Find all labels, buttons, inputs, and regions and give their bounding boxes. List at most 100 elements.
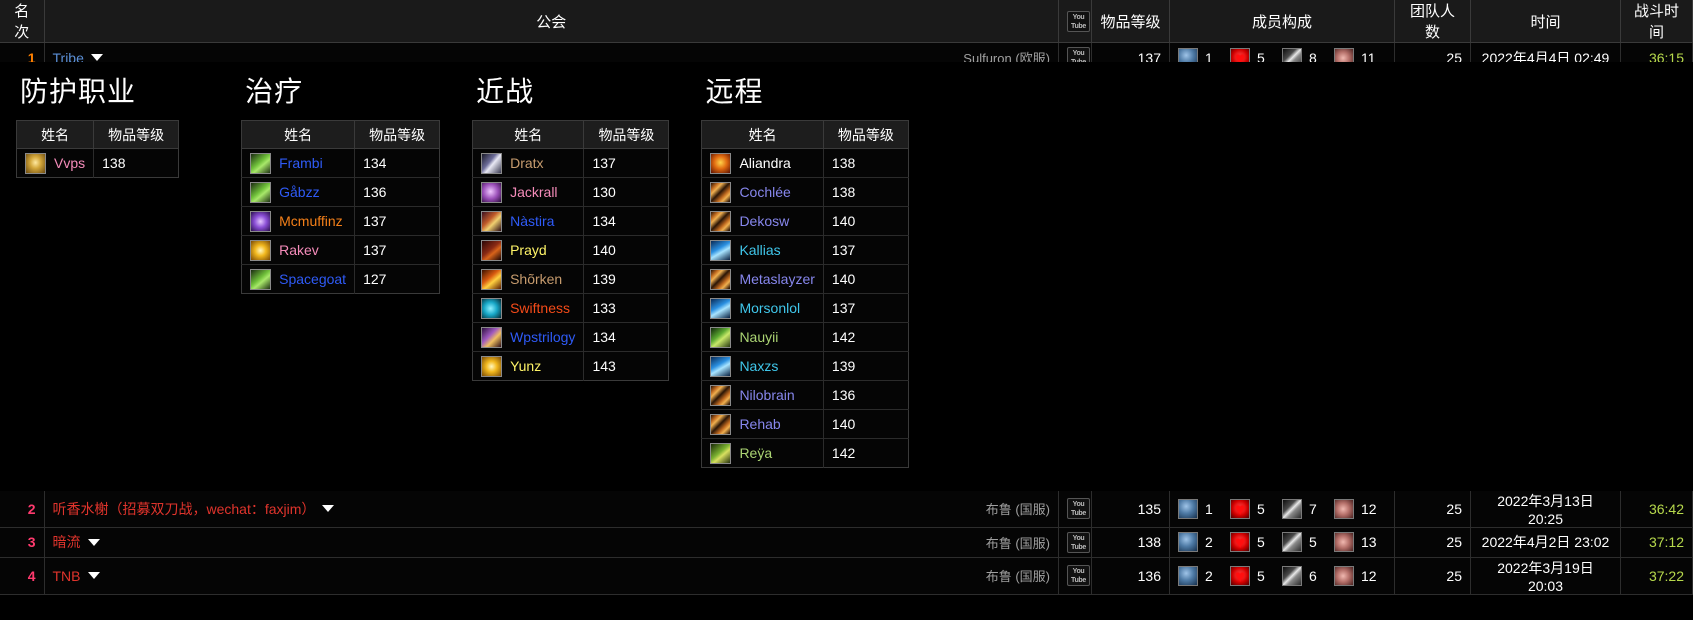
roster-group-2: 近战 姓名 物品等级 Dratx 137 Jackrall 130 Nàstira 134 Pra…	[472, 62, 670, 381]
player-name-link[interactable]: Nilobrain	[739, 387, 794, 403]
player-name-link[interactable]: Dratx	[510, 155, 543, 171]
roster-row[interactable]: Rakev 137	[241, 235, 440, 265]
roster-row[interactable]: Spacegoat 127	[241, 264, 440, 294]
column-header-composition[interactable]: 成员构成	[1169, 0, 1395, 43]
player-name-link[interactable]: Jackrall	[510, 184, 557, 200]
roster-row[interactable]: Yunz 143	[472, 351, 669, 381]
player-item-level-cell: 139	[823, 351, 909, 381]
column-header-raid-size[interactable]: 团队人数	[1394, 0, 1471, 43]
guild-name-link[interactable]: 听香水榭（招募双刀战，wechat：faxjim）	[53, 499, 316, 519]
column-header-time[interactable]: 时间	[1470, 0, 1621, 43]
player-name-link[interactable]: Shõrken	[510, 271, 562, 287]
player-name-link[interactable]: Metaslayzer	[739, 271, 814, 287]
player-name-link[interactable]: Prayd	[510, 242, 547, 258]
player-name-link[interactable]: Mcmuffinz	[279, 213, 343, 229]
column-header-duration[interactable]: 战斗时间	[1620, 0, 1693, 43]
roster-row[interactable]: Naxzs 139	[701, 351, 909, 381]
raid-size-cell: 25	[1394, 557, 1471, 595]
youtube-icon[interactable]: YouTube	[1067, 565, 1090, 586]
roster-row[interactable]: Cochlée 138	[701, 177, 909, 207]
player-name-link[interactable]: Rehab	[739, 416, 780, 432]
column-header-video[interactable]: You Tube	[1058, 0, 1092, 43]
player-name-link[interactable]: Reÿa	[739, 445, 772, 461]
rank-cell: 3	[0, 527, 45, 558]
column-header-rank[interactable]: 名次	[0, 0, 45, 43]
guild-name-link[interactable]: TNB	[53, 568, 81, 584]
fight-duration-cell: 37:22	[1620, 557, 1693, 595]
roster-row[interactable]: Morsonlol 137	[701, 293, 909, 323]
player-name-link[interactable]: Rakev	[279, 242, 319, 258]
roster-column-name[interactable]: 姓名	[701, 120, 824, 149]
chevron-down-icon[interactable]	[322, 505, 335, 512]
roster-row[interactable]: Jackrall 130	[472, 177, 669, 207]
rank-cell: 4	[0, 557, 45, 595]
roster-row[interactable]: Frambi 134	[241, 148, 440, 178]
kill-time-cell: 2022年3月19日 20:03	[1470, 557, 1621, 595]
chevron-down-icon[interactable]	[90, 54, 103, 61]
roster-row[interactable]: Kallias 137	[701, 235, 909, 265]
roster-table: 姓名 物品等级 Vvps 138	[16, 120, 180, 178]
roster-column-name[interactable]: 姓名	[241, 120, 356, 149]
player-name-link[interactable]: Morsonlol	[739, 300, 800, 316]
player-name-link[interactable]: Cochlée	[739, 184, 790, 200]
roster-row[interactable]: Shõrken 139	[472, 264, 669, 294]
composition-tank: 1	[1178, 498, 1230, 519]
player-name-link[interactable]: Kallias	[739, 242, 780, 258]
youtube-icon[interactable]: YouTube	[1067, 498, 1090, 519]
roster-column-item-level[interactable]: 物品等级	[583, 120, 669, 149]
video-link-cell[interactable]: YouTube	[1058, 490, 1092, 528]
roster-column-item-level[interactable]: 物品等级	[823, 120, 909, 149]
player-name-link[interactable]: Vvps	[54, 155, 85, 171]
roster-row[interactable]: Swiftness 133	[472, 293, 669, 323]
roster-row[interactable]: Nilobrain 136	[701, 380, 909, 410]
roster-row[interactable]: Wpstrilogy 134	[472, 322, 669, 352]
chevron-down-icon[interactable]	[87, 572, 100, 579]
roster-row[interactable]: Vvps 138	[16, 148, 179, 178]
player-name-link[interactable]: Yunz	[510, 358, 541, 374]
player-name-link[interactable]: Spacegoat	[279, 271, 346, 287]
column-header-guild[interactable]: 公会	[44, 0, 1059, 43]
roster-row[interactable]: Mcmuffinz 137	[241, 206, 440, 236]
player-name-link[interactable]: Nauyii	[739, 329, 778, 345]
player-name-link[interactable]: Nàstira	[510, 213, 554, 229]
guild-name-link[interactable]: 暗流	[53, 532, 81, 552]
roster-column-name[interactable]: 姓名	[472, 120, 585, 149]
roster-row[interactable]: Dekosw 140	[701, 206, 909, 236]
spec-icon-holy	[481, 355, 503, 377]
roster-row[interactable]: Nàstira 134	[472, 206, 669, 236]
youtube-icon[interactable]: YouTube	[1067, 531, 1090, 553]
player-name-link[interactable]: Frambi	[279, 155, 323, 171]
realm-label: 布鲁 (国服)	[985, 569, 1050, 584]
player-name-link[interactable]: Wpstrilogy	[510, 329, 575, 345]
roster-row[interactable]: Reÿa 142	[701, 438, 909, 468]
roster-row[interactable]: Aliandra 138	[701, 148, 909, 178]
roster-row[interactable]: Prayd 140	[472, 235, 669, 265]
roster-column-item-level[interactable]: 物品等级	[354, 120, 440, 149]
roster-row[interactable]: Rehab 140	[701, 409, 909, 439]
column-header-item-level[interactable]: 物品等级	[1091, 0, 1170, 43]
tank-icon	[1178, 532, 1198, 552]
video-link-cell[interactable]: YouTube	[1058, 527, 1092, 558]
player-name-link[interactable]: Naxzs	[739, 358, 778, 374]
player-item-level-cell: 137	[354, 235, 440, 265]
table-row[interactable]: 2 听香水榭（招募双刀战，wechat：faxjim） 布鲁 (国服) You Tube…	[0, 490, 1693, 528]
roster-column-name[interactable]: 姓名	[16, 120, 95, 149]
roster-column-item-level[interactable]: 物品等级	[93, 120, 179, 149]
spec-icon-hunt	[710, 442, 732, 464]
spec-icon-shaman	[481, 210, 503, 232]
table-row[interactable]: 3暗流布鲁 (国服)YouTube13825513252022年4月2日 23:…	[0, 527, 1693, 558]
roster-row[interactable]: Dratx 137	[472, 148, 669, 178]
roster-row[interactable]: Gåbzz 136	[241, 177, 440, 207]
composition-ranged: 13	[1334, 532, 1386, 552]
player-name-link[interactable]: Dekosw	[739, 213, 789, 229]
player-name-link[interactable]: Aliandra	[739, 155, 790, 171]
player-item-level-cell: 140	[823, 409, 909, 439]
table-row[interactable]: 4TNB布鲁 (国服)YouTube13625612252022年3月19日 2…	[0, 557, 1693, 595]
roster-row[interactable]: Metaslayzer 140	[701, 264, 909, 294]
video-link-cell[interactable]: YouTube	[1058, 557, 1092, 595]
player-name-link[interactable]: Gåbzz	[279, 184, 319, 200]
player-name-link[interactable]: Swiftness	[510, 300, 570, 316]
chevron-down-icon[interactable]	[87, 538, 100, 546]
roster-row[interactable]: Nauyii 142	[701, 322, 909, 352]
spec-icon-arcane	[250, 210, 272, 232]
